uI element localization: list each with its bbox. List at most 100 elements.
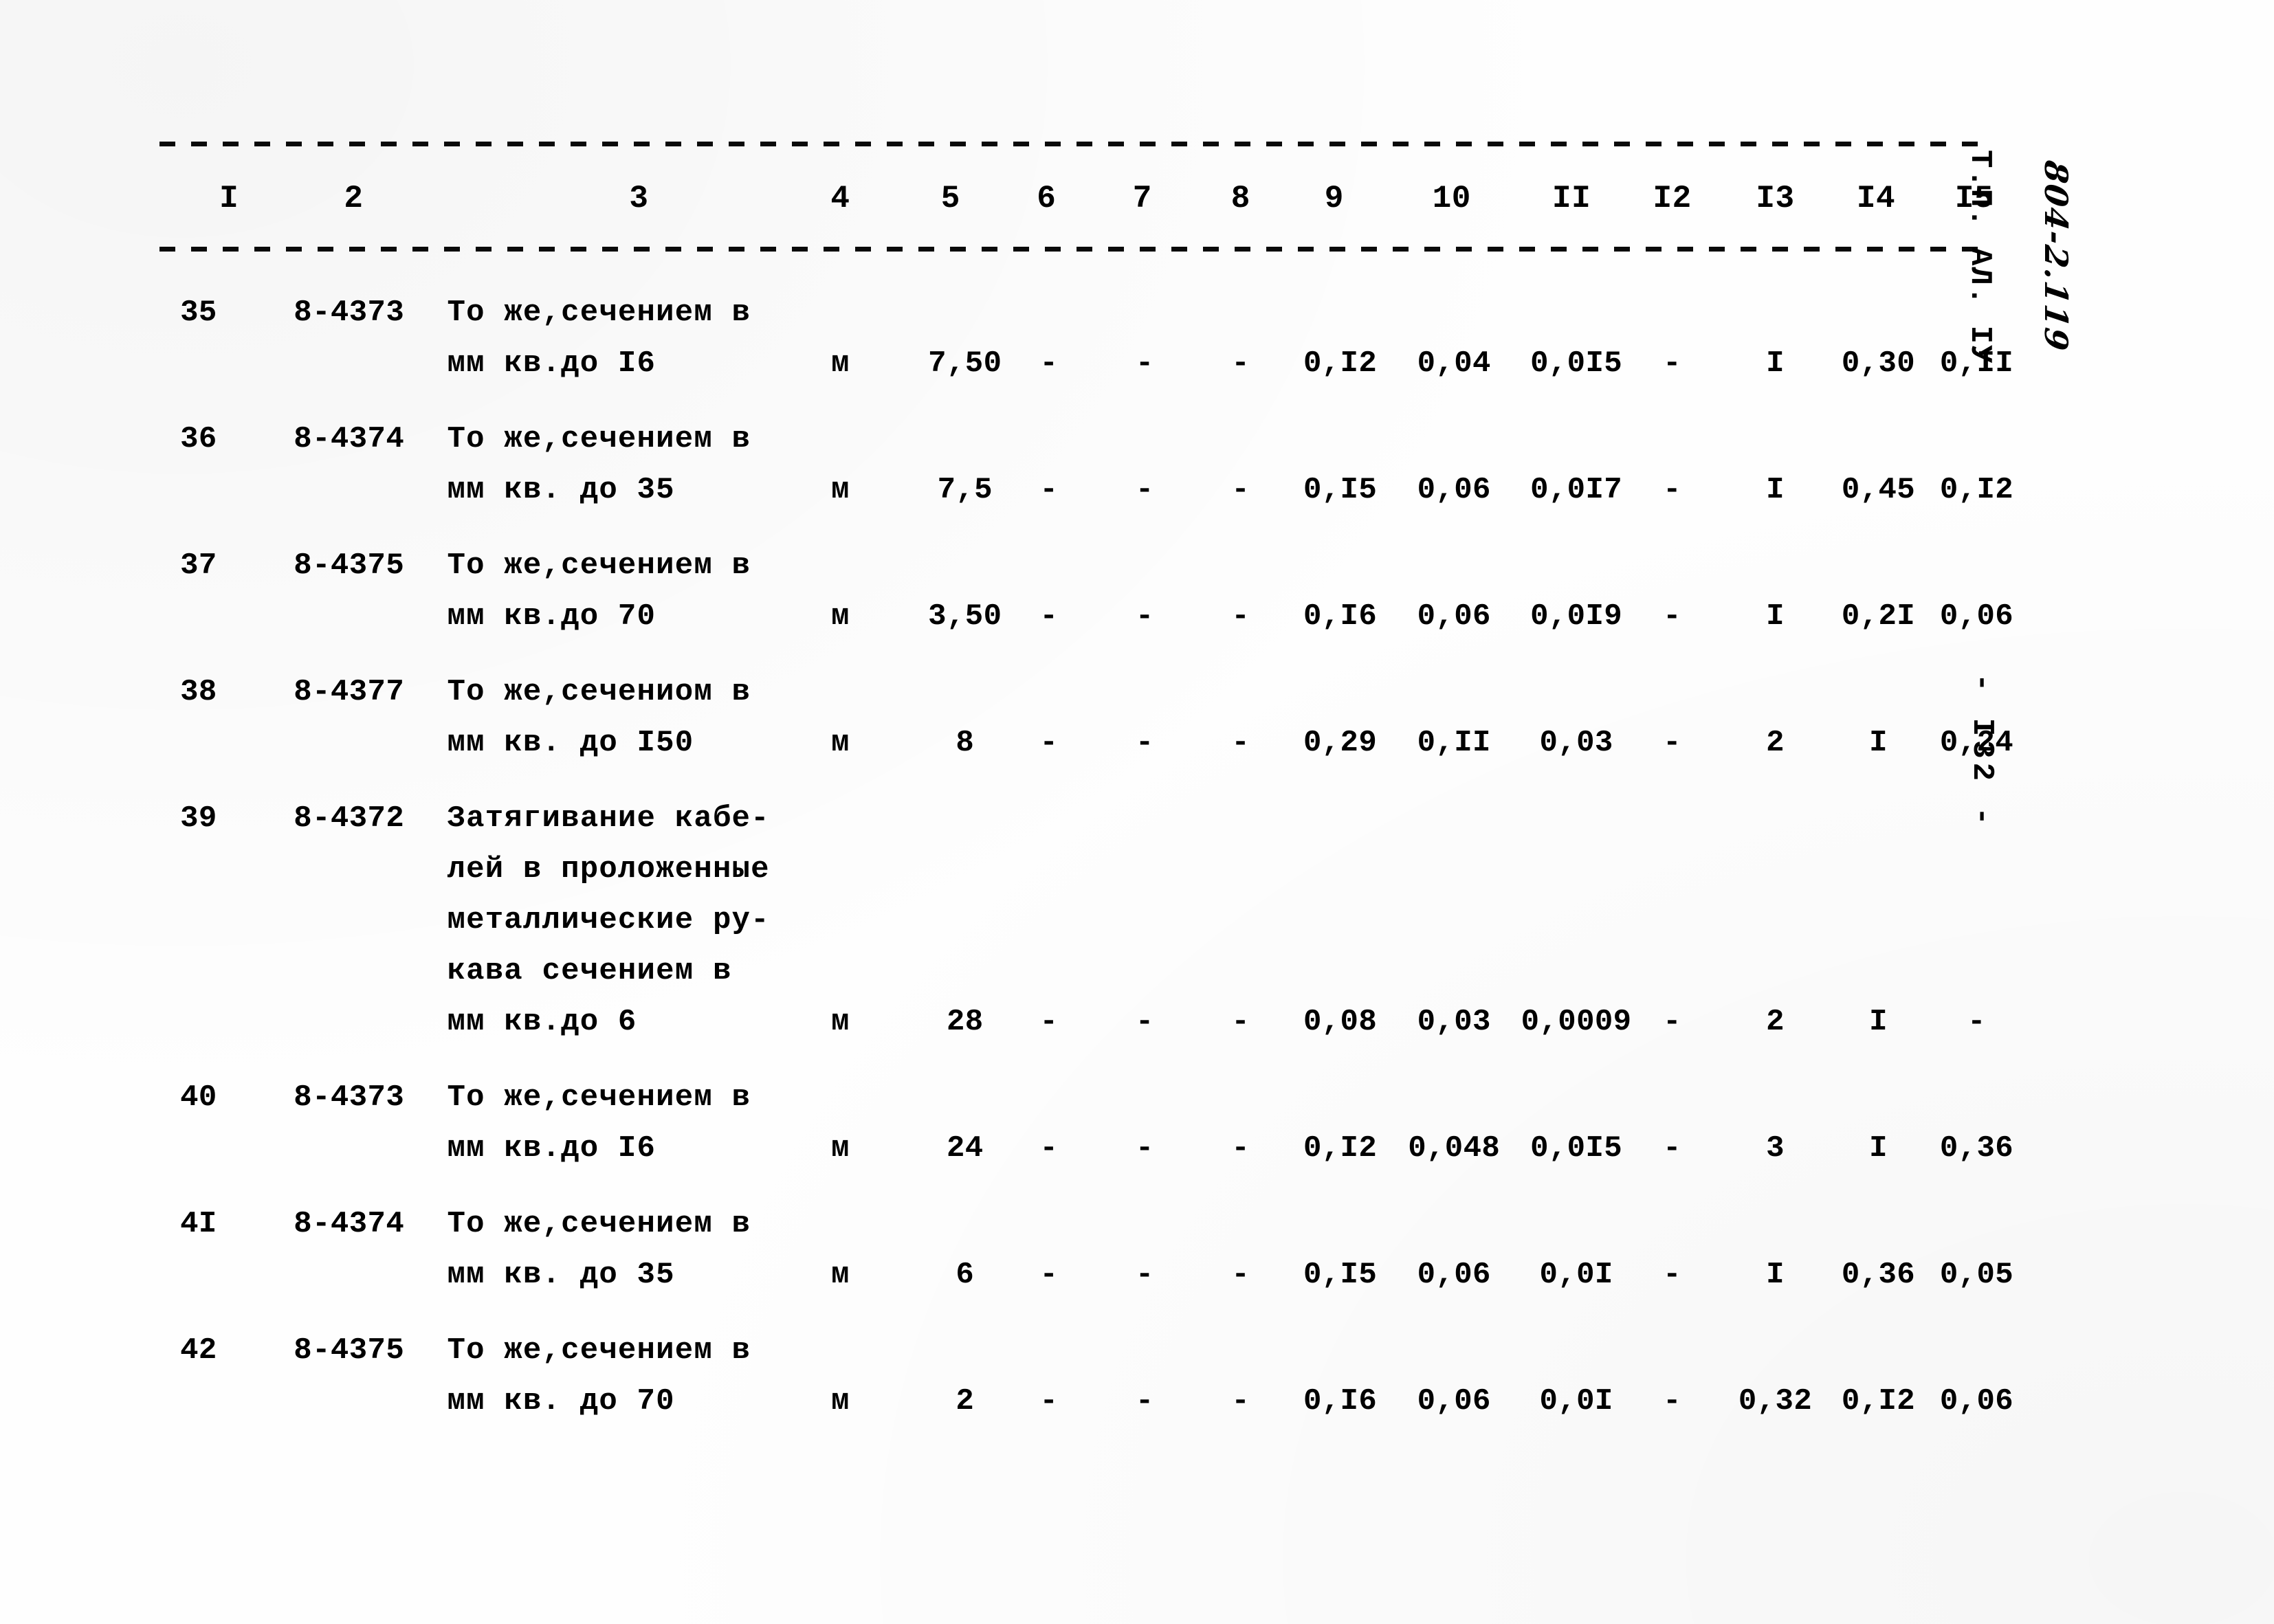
row-value-14: 0,30: [1841, 346, 1916, 381]
row-value-14: I: [1869, 1131, 1888, 1166]
table-row-continuation: лей в проложенные: [159, 844, 1988, 895]
row-description-line: мм кв.до I6: [447, 1131, 656, 1166]
row-description-line: мм кв.до I6: [447, 346, 656, 381]
row-value-15: 0,I2: [1939, 473, 2014, 507]
row-value-9: 0,I2: [1303, 1131, 1378, 1166]
column-header-13: I3: [1756, 181, 1795, 216]
table-row: 40 8-4373 То же,сечением в: [159, 1072, 1988, 1123]
row-value-15: 0,05: [1939, 1258, 2014, 1292]
row-value-13: 2: [1766, 726, 1785, 760]
row-value-12: -: [1663, 599, 1681, 634]
norms-table: I 2 3 4 5 6 7 8 9 10 II I2 I3 I4 I5 35 8-4373 То же,сече…: [159, 137, 2013, 1451]
column-header-row: I 2 3 4 5 6 7 8 9 10 II I2 I3 I4 I5: [159, 175, 1994, 223]
row-value-8: -: [1231, 599, 1250, 634]
table-row-continuation: мм кв. до I50 м 8- - -0,29 0,II 0,03-2 I 0,24: [159, 718, 2013, 768]
column-header-1: I: [219, 181, 239, 216]
row-value-14: I: [1869, 1005, 1888, 1039]
row-value-6: -: [1039, 1131, 1059, 1166]
row-gap: [159, 1047, 1988, 1072]
row-value-14: 0,36: [1841, 1258, 1916, 1292]
row-code: 8-4375: [294, 1333, 405, 1368]
row-unit: м: [831, 1131, 850, 1166]
table-top-rule: [159, 137, 1988, 148]
table-row-continuation: мм кв. до 70 м 2 - - - 0,I6 0,06 0,0I - 0,32 0,I2 0,…: [159, 1376, 2013, 1427]
table-row: 42 8-4375 То же,сечением в: [159, 1325, 1988, 1376]
row-value-7: -: [1135, 599, 1154, 634]
row-value-11: 0,0I5: [1530, 346, 1623, 381]
row-value-7: -: [1135, 1258, 1154, 1292]
stamp-typeproject: Т.П. АЛ. IУ: [1963, 150, 1997, 365]
row-number: 39: [180, 801, 217, 836]
row-value-5: 7,50: [928, 346, 1002, 381]
table-row-continuation: металлические ру-: [159, 895, 1988, 946]
row-value-10: 0,06: [1417, 599, 1491, 634]
header-spacer-top: [159, 148, 1988, 175]
column-header-9: 9: [1324, 181, 1344, 216]
row-code: 8-4375: [294, 548, 405, 583]
table-row: 39 8-4372 Затягивание кабе-: [159, 793, 1988, 844]
row-value-10: 0,06: [1417, 1258, 1491, 1292]
row-description-line: То же,сечением в: [447, 1080, 751, 1115]
row-value-9: 0,I5: [1303, 1258, 1378, 1292]
row-value-9: 0,I6: [1303, 599, 1378, 634]
row-number: 35: [180, 296, 217, 330]
column-header-4: 4: [830, 181, 850, 216]
row-description-line: То же,сечением в: [447, 1207, 751, 1241]
row-value-5: 6: [956, 1258, 975, 1292]
row-value-14: I: [1869, 726, 1888, 760]
column-header-11: II: [1552, 181, 1591, 216]
scanned-page: I 2 3 4 5 6 7 8 9 10 II I2 I3 I4 I5 35 8-4373 То же,сече…: [0, 0, 2274, 1624]
table-row-continuation: мм кв.до I6 м 7,50- - -0,I2 0,04 0,0I5- I 0,30 0,…: [159, 338, 2013, 389]
row-value-11: 0,0I7: [1530, 473, 1623, 507]
row-value-14: 0,2I: [1841, 599, 1916, 634]
row-value-10: 0,II: [1417, 726, 1491, 760]
row-unit: м: [831, 1258, 850, 1292]
column-header-6: 6: [1037, 181, 1057, 216]
column-header-7: 7: [1132, 181, 1152, 216]
table-row: 38 8-4377 То же,сечениом в: [159, 667, 1988, 718]
row-value-9: 0,29: [1303, 726, 1378, 760]
row-unit: м: [831, 1384, 850, 1419]
row-value-5: 7,5: [937, 473, 993, 507]
page-number-marker: - I32 -: [1965, 674, 1999, 830]
row-code: 8-4377: [294, 675, 405, 709]
row-value-15: -: [1967, 1005, 1986, 1039]
row-number: 38: [180, 675, 217, 709]
row-description-line: лей в проложенные: [447, 852, 770, 887]
table-row-continuation: мм кв. до 35 м 6 - - - 0,I5 0,06 0,0I - I 0,36 0,05: [159, 1249, 2013, 1300]
row-value-11: 0,0I: [1539, 1258, 1613, 1292]
row-code: 8-4374: [294, 422, 405, 456]
row-unit: м: [831, 1005, 850, 1039]
row-description-line: мм кв. до 35: [447, 473, 675, 507]
row-value-5: 24: [946, 1131, 984, 1166]
row-description-line: мм кв.до 70: [447, 599, 656, 634]
column-header-8: 8: [1230, 181, 1250, 216]
row-description-line: мм кв. до 70: [447, 1384, 675, 1419]
row-value-9: 0,I2: [1303, 346, 1378, 381]
row-code: 8-4372: [294, 801, 405, 836]
row-description-line: Затягивание кабе-: [447, 801, 770, 836]
row-number: 4I: [180, 1207, 217, 1241]
row-value-13: 0,32: [1738, 1384, 1813, 1419]
row-description-line: То же,сечением в: [447, 296, 751, 330]
row-value-13: I: [1766, 1258, 1785, 1292]
row-value-10: 0,06: [1417, 1384, 1491, 1419]
row-description-line: металлические ру-: [447, 903, 770, 937]
row-value-8: -: [1231, 346, 1250, 381]
row-description-line: То же,сечением в: [447, 1333, 751, 1368]
row-value-13: 3: [1766, 1131, 1785, 1166]
row-value-10: 0,048: [1408, 1131, 1501, 1166]
row-unit: м: [831, 346, 850, 381]
row-gap: [159, 642, 1988, 667]
row-value-13: I: [1766, 599, 1785, 634]
row-gap: [159, 1300, 1988, 1325]
column-header-3: 3: [629, 181, 649, 216]
row-unit: м: [831, 473, 850, 507]
row-value-10: 0,03: [1417, 1005, 1491, 1039]
table-row: 36 8-4374 То же,сечением в: [159, 414, 1988, 465]
row-description-line: мм кв.до 6: [447, 1005, 637, 1039]
header-spacer-bottom: [159, 223, 1988, 243]
row-value-6: -: [1039, 346, 1059, 381]
row-code: 8-4373: [294, 296, 405, 330]
row-value-11: 0,0I9: [1530, 599, 1623, 634]
